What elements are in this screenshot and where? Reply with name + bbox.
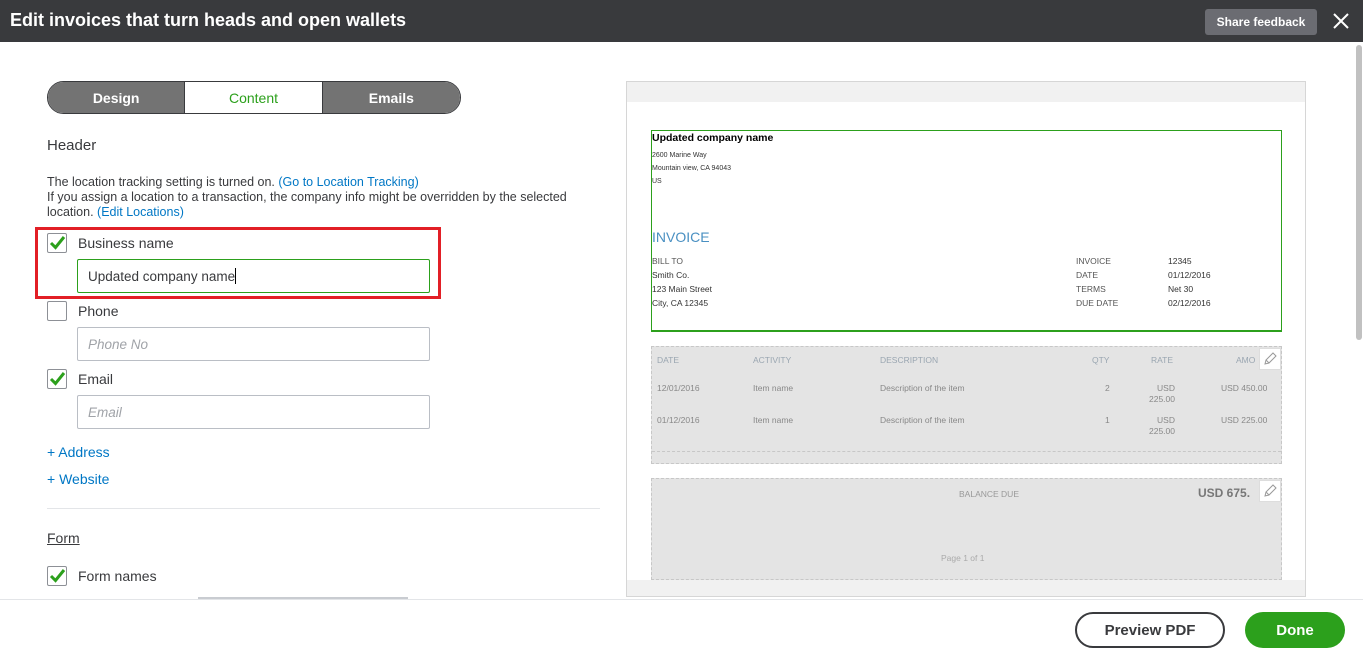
phone-input[interactable]: Phone No bbox=[77, 327, 430, 361]
meta-value: 01/12/2016 bbox=[1168, 270, 1211, 280]
scrollbar[interactable] bbox=[1356, 45, 1362, 340]
title-bar: Edit invoices that turn heads and open w… bbox=[0, 0, 1363, 42]
meta-label: INVOICE bbox=[1076, 256, 1111, 266]
balance-due-section[interactable]: BALANCE DUE USD 675. Page 1 of 1 bbox=[651, 478, 1282, 580]
phone-checkbox[interactable] bbox=[47, 301, 67, 321]
row-date: 01/12/2016 bbox=[657, 415, 700, 425]
column-header: DATE bbox=[657, 355, 680, 365]
go-to-location-tracking-link[interactable]: (Go to Location Tracking) bbox=[278, 175, 418, 189]
page-number: Page 1 of 1 bbox=[941, 553, 985, 563]
pencil-icon bbox=[1264, 484, 1277, 497]
email-placeholder: Email bbox=[88, 404, 122, 420]
row-activity: Item name bbox=[753, 383, 794, 393]
preview-pdf-button[interactable]: Preview PDF bbox=[1075, 612, 1225, 648]
edit-locations-link[interactable]: (Edit Locations) bbox=[97, 205, 184, 219]
location-info-text: The location tracking setting is turned … bbox=[47, 175, 567, 220]
share-feedback-button[interactable]: Share feedback bbox=[1205, 9, 1317, 35]
info-line-1: The location tracking setting is turned … bbox=[47, 175, 279, 189]
close-icon[interactable] bbox=[1331, 10, 1351, 32]
add-website-link[interactable]: + Website bbox=[47, 471, 109, 487]
table-divider bbox=[652, 451, 1281, 452]
form-names-checkbox[interactable] bbox=[47, 566, 67, 586]
email-input[interactable]: Email bbox=[77, 395, 430, 429]
column-header: AMO bbox=[1236, 355, 1256, 365]
done-button[interactable]: Done bbox=[1245, 612, 1345, 648]
phone-row: Phone bbox=[47, 301, 118, 321]
tab-emails[interactable]: Emails bbox=[322, 82, 460, 113]
line-items-table[interactable]: DATE ACTIVITY DESCRIPTION QTY RATE AMO 1… bbox=[651, 346, 1282, 464]
tab-content[interactable]: Content bbox=[184, 82, 323, 113]
form-names-label: Form names bbox=[78, 568, 157, 584]
tab-bar: Design Content Emails bbox=[47, 81, 461, 114]
invoice-company-name: Updated company name bbox=[652, 132, 774, 144]
checkmark-icon bbox=[49, 569, 66, 583]
page-title: Edit invoices that turn heads and open w… bbox=[10, 10, 407, 30]
footer-divider bbox=[0, 599, 1363, 600]
form-section-title: Form bbox=[47, 530, 80, 546]
row-date: 12/01/2016 bbox=[657, 383, 700, 393]
row-qty: 2 bbox=[1105, 383, 1110, 393]
bill-to-label: BILL TO bbox=[652, 256, 684, 266]
phone-placeholder: Phone No bbox=[88, 336, 149, 352]
bill-to-line: City, CA 12345 bbox=[652, 298, 709, 308]
form-names-row: Form names bbox=[47, 566, 157, 586]
email-checkbox[interactable] bbox=[47, 369, 67, 389]
address-line: US bbox=[652, 178, 662, 185]
column-header: DESCRIPTION bbox=[880, 355, 939, 365]
email-row: Email bbox=[47, 369, 113, 389]
row-rate-currency: USD bbox=[1157, 415, 1175, 425]
row-description: Description of the item bbox=[880, 415, 965, 425]
address-line: Mountain view, CA 94043 bbox=[652, 165, 731, 172]
email-label: Email bbox=[78, 371, 114, 387]
checkmark-icon bbox=[49, 372, 66, 386]
row-rate-value: 225.00 bbox=[1149, 426, 1175, 436]
address-line: 2600 Marine Way bbox=[652, 152, 707, 159]
row-description: Description of the item bbox=[880, 383, 965, 393]
edit-table-button[interactable] bbox=[1259, 348, 1281, 370]
pencil-icon bbox=[1264, 352, 1277, 365]
section-divider bbox=[47, 508, 600, 509]
bill-to-line: 123 Main Street bbox=[652, 284, 713, 294]
row-qty: 1 bbox=[1105, 415, 1110, 425]
row-rate-currency: USD bbox=[1157, 383, 1175, 393]
row-activity: Item name bbox=[753, 415, 794, 425]
invoice-preview: Updated company name 2600 Marine Way Mou… bbox=[626, 81, 1306, 597]
tab-design[interactable]: Design bbox=[48, 82, 185, 113]
header-section-title: Header bbox=[47, 137, 97, 154]
phone-label: Phone bbox=[78, 303, 119, 319]
meta-label: TERMS bbox=[1076, 284, 1106, 294]
balance-due-label: BALANCE DUE bbox=[959, 489, 1019, 499]
add-address-link[interactable]: + Address bbox=[47, 444, 110, 460]
bill-to-line: Smith Co. bbox=[652, 270, 690, 280]
row-amount: USD 450.00 bbox=[1221, 383, 1268, 393]
invoice-title: INVOICE bbox=[652, 229, 710, 245]
balance-due-value: USD 675. bbox=[1198, 486, 1251, 500]
meta-label: DUE DATE bbox=[1076, 298, 1119, 308]
meta-value: 12345 bbox=[1168, 256, 1192, 266]
meta-label: DATE bbox=[1076, 270, 1099, 280]
row-rate-value: 225.00 bbox=[1149, 394, 1175, 404]
column-header: RATE bbox=[1151, 355, 1174, 365]
meta-value: 02/12/2016 bbox=[1168, 298, 1211, 308]
highlight-box bbox=[35, 227, 441, 299]
meta-value: Net 30 bbox=[1168, 284, 1194, 294]
column-header: QTY bbox=[1092, 355, 1110, 365]
edit-balance-button[interactable] bbox=[1259, 480, 1281, 502]
row-amount: USD 225.00 bbox=[1221, 415, 1268, 425]
column-header: ACTIVITY bbox=[753, 355, 792, 365]
